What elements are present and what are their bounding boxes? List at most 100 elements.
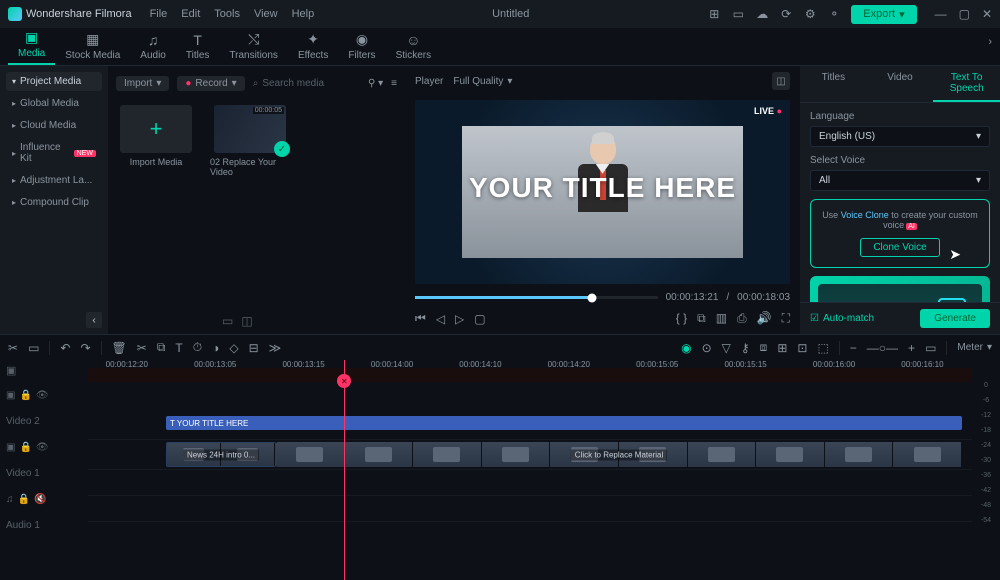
prev-frame-button[interactable]: ⏮ [415,311,426,326]
toolbar-collapse[interactable]: › [988,36,992,48]
split-button[interactable]: ✂ [137,341,147,355]
mark-in-button[interactable]: { } [676,311,687,326]
quality-dropdown[interactable]: Full Quality▾ [453,76,512,87]
video-track-2[interactable] [88,470,972,496]
sidebar-item-project-media[interactable]: ▾Project Media [6,72,102,91]
tab-stock-media[interactable]: ▦Stock Media [55,29,130,65]
track-settings-icon[interactable]: ▣ [0,360,22,381]
zoom-slider[interactable]: —○— [867,341,898,355]
media-card[interactable]: 00:00:05 ✓ 02 Replace Your Video [210,105,290,177]
crop-icon[interactable]: ⧉ [157,340,166,355]
select-tool-icon[interactable]: ▭ [28,341,39,355]
account-icon[interactable]: ⚬ [827,7,841,21]
sidebar-item-adjustment-layer[interactable]: ▸Adjustment La... [6,171,102,190]
tab-text-to-speech[interactable]: Text To Speech [933,66,1000,102]
crop-button[interactable]: ⧉ [697,311,706,326]
image-icon[interactable]: ◫ [772,72,790,90]
sidebar-item-influence-kit[interactable]: ▸Influence KitNEW [6,138,102,168]
eye-icon[interactable]: 👁 [36,390,49,401]
tracks-area[interactable]: 00:00:12:20 00:00:13:05 00:00:13:15 00:0… [88,360,972,580]
import-dropdown[interactable]: Import▾ [116,76,169,91]
tag-icon[interactable]: ◫ [241,314,252,328]
language-select[interactable]: English (US)▾ [810,126,990,147]
voice-clone-link[interactable]: Voice Clone [841,210,889,220]
audio-icon[interactable]: ♫ [6,494,14,505]
video-icon[interactable]: ▣ [6,390,15,401]
folder-icon[interactable]: ▭ [222,314,233,328]
automatch-checkbox[interactable]: ☑Auto-match [810,313,874,324]
playhead[interactable]: ✕ [344,360,345,580]
import-media-card[interactable]: + Import Media [116,105,196,177]
video-track[interactable]: News 24H intro 0... Click to Replace Mat… [88,440,972,470]
menu-edit[interactable]: Edit [181,8,200,20]
redo-button[interactable]: ↷ [80,341,90,355]
text-icon[interactable]: T [175,341,182,355]
color-icon[interactable]: ◑ [212,341,219,355]
settings-icon[interactable]: ⚙ [803,7,817,21]
eye-icon[interactable]: 👁 [36,442,49,453]
record-dropdown[interactable]: ●Record▾ [177,76,244,91]
snapshot-button[interactable]: ⎙ [737,311,747,326]
sort-icon[interactable]: ≡ [391,78,397,89]
mute-icon[interactable]: 🔇 [34,494,46,505]
tab-stickers[interactable]: ☺Stickers [386,30,442,65]
video-icon[interactable]: ▣ [6,442,15,453]
stop-button[interactable]: ▢ [474,312,485,326]
zoom-in-button[interactable]: + [908,341,915,355]
minimize-button[interactable]: — [935,7,947,21]
tab-titles[interactable]: Titles [800,66,867,102]
preview-viewport[interactable]: YOUR TITLE HERE LIVE ● [415,100,790,284]
more-icon[interactable]: ≫ [269,341,282,355]
voice-select[interactable]: All▾ [810,170,990,191]
tab-titles[interactable]: TTitles [176,30,220,65]
refresh-icon[interactable]: ⟳ [779,7,793,21]
menu-view[interactable]: View [254,8,278,20]
sidebar-collapse-button[interactable]: ‹ [86,312,102,328]
time-ruler[interactable]: 00:00:12:20 00:00:13:05 00:00:13:15 00:0… [88,360,972,382]
clone-voice-button[interactable]: Clone Voice [860,238,939,257]
maximize-button[interactable]: ▢ [959,7,970,21]
lock-icon[interactable]: 🔒 [18,494,30,505]
audio-track[interactable] [88,496,972,522]
crop-tool-icon[interactable]: ✂ [8,341,18,355]
record-icon[interactable]: ⊙ [702,341,712,355]
menu-file[interactable]: File [150,8,168,20]
close-button[interactable]: ✕ [982,7,992,21]
link-icon[interactable]: ⊡ [797,341,807,355]
sidebar-item-cloud-media[interactable]: ▸Cloud Media [6,116,102,135]
tab-audio[interactable]: ♫Audio [130,30,176,65]
tab-filters[interactable]: ◉Filters [338,29,385,65]
save-icon[interactable]: ▭ [731,7,745,21]
tab-video[interactable]: Video [867,66,934,102]
title-track[interactable]: TYOUR TITLE HERE [88,414,972,440]
intro-clip[interactable]: News 24H intro 0... [166,442,276,467]
meter-dropdown[interactable]: Meter▾ [957,342,992,353]
speed-icon[interactable]: ⏱ [193,340,202,355]
detach-icon[interactable]: ⊟ [249,341,259,355]
generate-button[interactable]: Generate [920,309,990,328]
snap-icon[interactable]: ⊞ [777,341,787,355]
lock-icon[interactable]: ⚷ [741,341,750,355]
search-input[interactable]: ⌕Search media [253,78,360,89]
tab-media[interactable]: ▣Media [8,27,55,65]
sidebar-item-compound-clip[interactable]: ▸Compound Clip [6,193,102,212]
menu-tools[interactable]: Tools [214,8,240,20]
cloud-icon[interactable]: ☁ [755,7,769,21]
scrubber-track[interactable] [415,296,658,299]
tab-effects[interactable]: ✦Effects [288,29,338,65]
render-icon[interactable]: ▭ [925,341,936,355]
title-clip[interactable]: TYOUR TITLE HERE [166,416,962,430]
volume-button[interactable]: 🔊 [757,311,772,326]
grid-button[interactable]: ▥ [716,311,727,326]
lock-icon[interactable]: 🔒 [19,390,31,401]
group-icon[interactable]: ⧈ [760,340,768,355]
scrubber-handle[interactable] [588,293,597,302]
delete-button[interactable]: 🗑 [112,341,127,355]
layout-icon[interactable]: ⊞ [707,7,721,21]
filter-icon[interactable]: ⚲ ▾ [368,78,383,89]
zoom-out-button[interactable]: − [850,341,857,355]
sidebar-item-global-media[interactable]: ▸Global Media [6,94,102,113]
marker-icon[interactable]: ▽ [722,341,731,355]
keyframe-icon[interactable]: ◇ [229,341,238,355]
export-button[interactable]: Export▾ [851,5,916,24]
